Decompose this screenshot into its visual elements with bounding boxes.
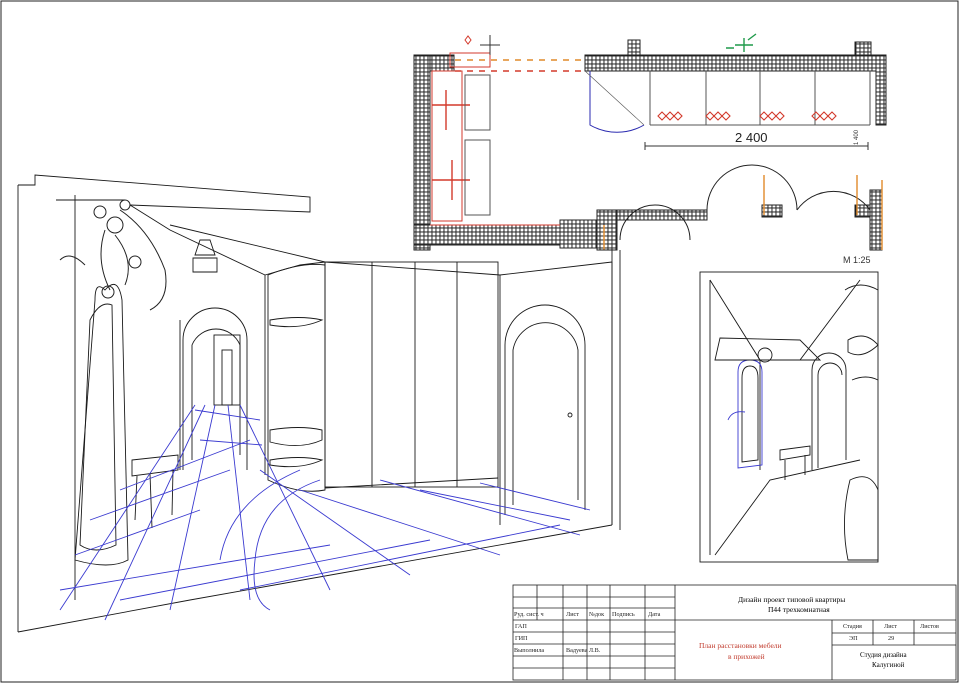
row-gap-label: ГАП <box>515 623 527 630</box>
row-author-name: Вадуева Л.В. <box>566 647 601 654</box>
studio-line1: Студия дизайна <box>860 651 907 659</box>
drawing-sheet: 2 400 М 1:25 1 400 <box>0 0 959 683</box>
plan-scale: М 1:25 <box>843 255 871 265</box>
hallway-view-2 <box>699 271 879 563</box>
header-col-3: №док <box>589 611 605 618</box>
project-title-line1: Дизайн проект типовой квартиры <box>738 595 846 604</box>
header-col-4: Подпись <box>612 611 635 618</box>
sheet-title-line1: План расстановки мебели <box>699 641 782 650</box>
row-author-label: Выполнила <box>514 647 545 654</box>
row-gip-label: ГИП <box>515 635 528 642</box>
header-col-5: Дата <box>648 611 661 618</box>
stage-header: Стадия <box>843 623 862 630</box>
sheet-header: Лист <box>884 623 897 630</box>
floor-plan <box>413 33 887 251</box>
plan-dimension: 2 400 <box>735 130 768 145</box>
stage-value: ЭП <box>849 635 858 642</box>
sheet-value: 29 <box>888 635 895 642</box>
header-col-2: Лист <box>566 611 579 618</box>
plan-small-dimension: 1 400 <box>854 129 860 145</box>
studio-line2: Калугиной <box>872 661 905 669</box>
project-title-line2: П44 трехкомнатная <box>768 605 830 614</box>
sheets-header: Листов <box>920 623 939 630</box>
header-col-1: Руд. сист. ч <box>514 611 544 618</box>
sheet-title-line2: в прихожей <box>728 652 765 661</box>
